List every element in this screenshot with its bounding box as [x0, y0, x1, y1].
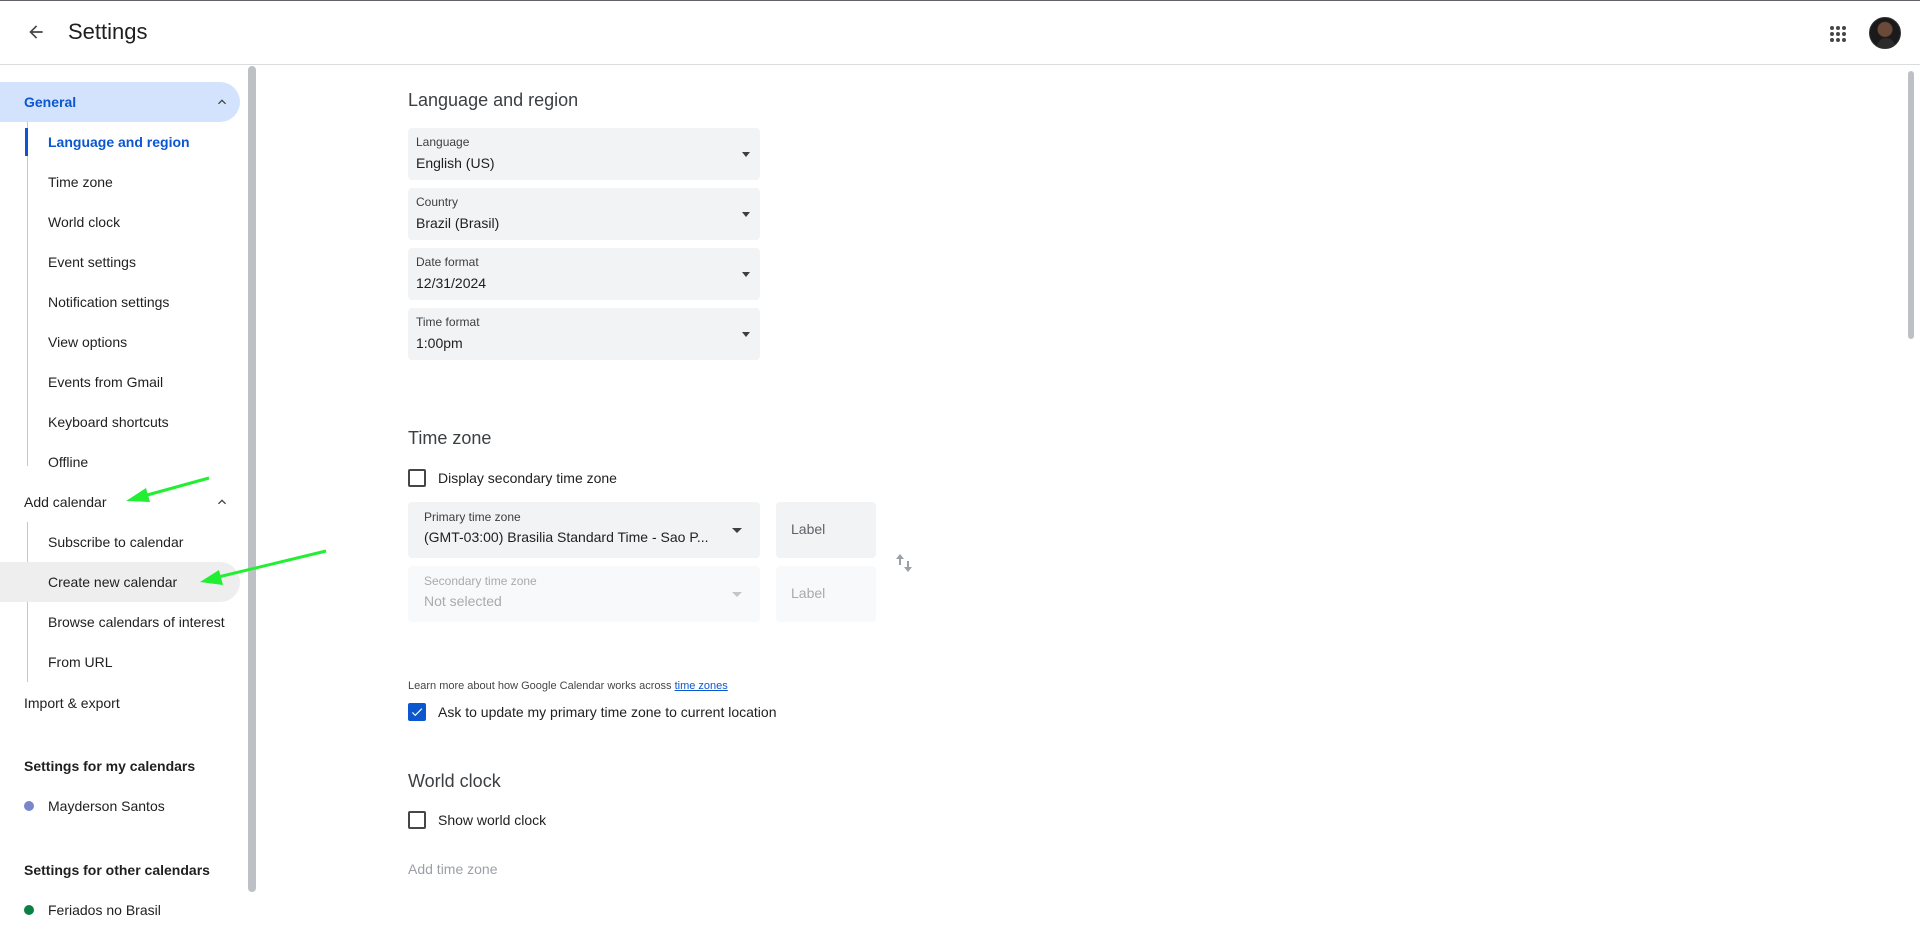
sidebar-item-label: Offline	[48, 454, 89, 470]
checkbox-label: Display secondary time zone	[438, 470, 617, 486]
sidebar-item-other-calendar[interactable]: Feriados no Brasil	[24, 902, 161, 918]
sidebar-item-notification-settings[interactable]: Notification settings	[0, 282, 240, 322]
sidebar-item-view-options[interactable]: View options	[0, 322, 240, 362]
show-world-clock-row[interactable]: Show world clock	[408, 811, 546, 829]
sidebar-item-label: Keyboard shortcuts	[48, 414, 169, 430]
sidebar-item-import-export[interactable]: Import & export	[24, 695, 120, 711]
calendar-name: Feriados no Brasil	[48, 902, 161, 918]
help-text: Learn more about how Google Calendar wor…	[408, 680, 675, 692]
settings-sidebar: General Language and region Time zone Wo…	[0, 66, 248, 935]
sidebar-item-events-from-gmail[interactable]: Events from Gmail	[0, 362, 240, 402]
field-value: English (US)	[416, 155, 495, 171]
sidebar-item-label: Subscribe to calendar	[48, 534, 184, 550]
field-label: Language	[416, 135, 470, 149]
dropdown-arrow-icon	[732, 528, 742, 533]
ask-update-tz-row[interactable]: Ask to update my primary time zone to cu…	[408, 703, 776, 721]
sidebar-item-label: Time zone	[48, 174, 113, 190]
display-secondary-tz-checkbox[interactable]	[408, 469, 426, 487]
sidebar-section-add-calendar[interactable]: Add calendar	[0, 482, 240, 522]
other-calendars-heading: Settings for other calendars	[24, 862, 210, 878]
checkbox-label: Show world clock	[438, 812, 547, 828]
primary-tz-label-input[interactable]: Label	[776, 502, 876, 558]
field-value: Not selected	[424, 593, 502, 609]
field-label: Time format	[416, 315, 480, 329]
sidebar-item-label: Browse calendars of interest	[48, 614, 225, 630]
sidebar-section-general[interactable]: General	[0, 82, 240, 122]
back-button[interactable]	[20, 16, 52, 48]
sidebar-item-label: World clock	[48, 214, 121, 230]
account-avatar[interactable]	[1869, 17, 1901, 49]
show-world-clock-checkbox[interactable]	[408, 811, 426, 829]
sidebar-item-label: Events from Gmail	[48, 374, 164, 390]
field-label: Secondary time zone	[424, 574, 537, 588]
field-label: Primary time zone	[424, 510, 521, 524]
calendar-color-dot	[24, 905, 34, 915]
sidebar-item-browse-calendars-of-interest[interactable]: Browse calendars of interest	[0, 602, 240, 642]
arrow-back-icon	[29, 25, 43, 39]
google-apps-button[interactable]	[1822, 18, 1854, 50]
time-zones-link[interactable]: time zones	[675, 680, 728, 692]
chevron-up-icon	[218, 499, 226, 505]
checkmark-icon	[411, 708, 423, 717]
dropdown-arrow-icon	[742, 212, 750, 217]
sidebar-item-subscribe-to-calendar[interactable]: Subscribe to calendar	[0, 522, 240, 562]
calendar-color-dot	[24, 801, 34, 811]
sidebar-section-label: General	[24, 94, 77, 110]
settings-main: Language and region Language English (US…	[258, 66, 1906, 935]
add-time-zone-button: Add time zone	[408, 861, 498, 877]
dropdown-arrow-icon	[742, 332, 750, 337]
google-apps-icon	[1830, 26, 1846, 42]
app-header: Settings	[0, 1, 1920, 65]
section-title-world-clock: World clock	[408, 771, 501, 791]
sidebar-item-offline[interactable]: Offline	[0, 442, 240, 482]
sidebar-item-label: Create new calendar	[48, 574, 178, 590]
sidebar-item-label: Language and region	[48, 134, 190, 150]
my-calendars-heading: Settings for my calendars	[24, 758, 196, 774]
calendar-name: Mayderson Santos	[48, 798, 165, 814]
ask-update-tz-checkbox[interactable]	[408, 703, 426, 721]
chevron-up-icon	[218, 99, 226, 105]
secondary-tz-label-input: Label	[776, 566, 876, 622]
dropdown-arrow-icon	[732, 592, 742, 597]
country-select[interactable]: Country Brazil (Brasil)	[408, 188, 760, 240]
field-label: Country	[416, 195, 459, 209]
section-title-language-region: Language and region	[408, 90, 579, 110]
sidebar-item-create-new-calendar[interactable]: Create new calendar	[0, 562, 240, 602]
section-title-time-zone: Time zone	[408, 428, 492, 448]
sidebar-item-label: Notification settings	[48, 294, 170, 310]
display-secondary-tz-row[interactable]: Display secondary time zone	[408, 469, 617, 487]
dropdown-arrow-icon	[742, 272, 750, 277]
sidebar-item-event-settings[interactable]: Event settings	[0, 242, 240, 282]
sidebar-item-time-zone[interactable]: Time zone	[0, 162, 240, 202]
time-format-select[interactable]: Time format 1:00pm	[408, 308, 760, 360]
field-value: 12/31/2024	[416, 275, 487, 291]
primary-time-zone-select[interactable]: Primary time zone (GMT-03:00) Brasilia S…	[408, 502, 760, 558]
sidebar-item-world-clock[interactable]: World clock	[0, 202, 240, 242]
language-select[interactable]: Language English (US)	[408, 128, 760, 180]
sidebar-item-from-url[interactable]: From URL	[0, 642, 240, 682]
secondary-time-zone-select: Secondary time zone Not selected	[408, 566, 760, 622]
sidebar-item-keyboard-shortcuts[interactable]: Keyboard shortcuts	[0, 402, 240, 442]
field-value: Brazil (Brasil)	[416, 215, 500, 231]
time-zone-help-text: Learn more about how Google Calendar wor…	[408, 680, 728, 692]
checkbox-label: Ask to update my primary time zone to cu…	[438, 704, 777, 720]
dropdown-arrow-icon	[742, 152, 750, 157]
date-format-select[interactable]: Date format 12/31/2024	[408, 248, 760, 300]
sidebar-section-label: Add calendar	[24, 494, 107, 510]
field-label: Date format	[416, 255, 479, 269]
page-title: Settings	[68, 19, 148, 44]
sidebar-item-language-and-region[interactable]: Language and region	[0, 122, 240, 162]
swap-time-zones-icon[interactable]	[894, 551, 914, 575]
field-value: 1:00pm	[416, 335, 463, 351]
sidebar-item-label: View options	[48, 334, 128, 350]
field-value: (GMT-03:00) Brasilia Standard Time - Sao…	[424, 529, 709, 545]
sidebar-scrollbar[interactable]	[248, 66, 256, 892]
sidebar-item-label: Event settings	[48, 254, 136, 270]
sidebar-item-my-calendar[interactable]: Mayderson Santos	[24, 798, 165, 814]
sidebar-item-label: From URL	[48, 654, 113, 670]
main-scrollbar[interactable]	[1908, 71, 1914, 339]
